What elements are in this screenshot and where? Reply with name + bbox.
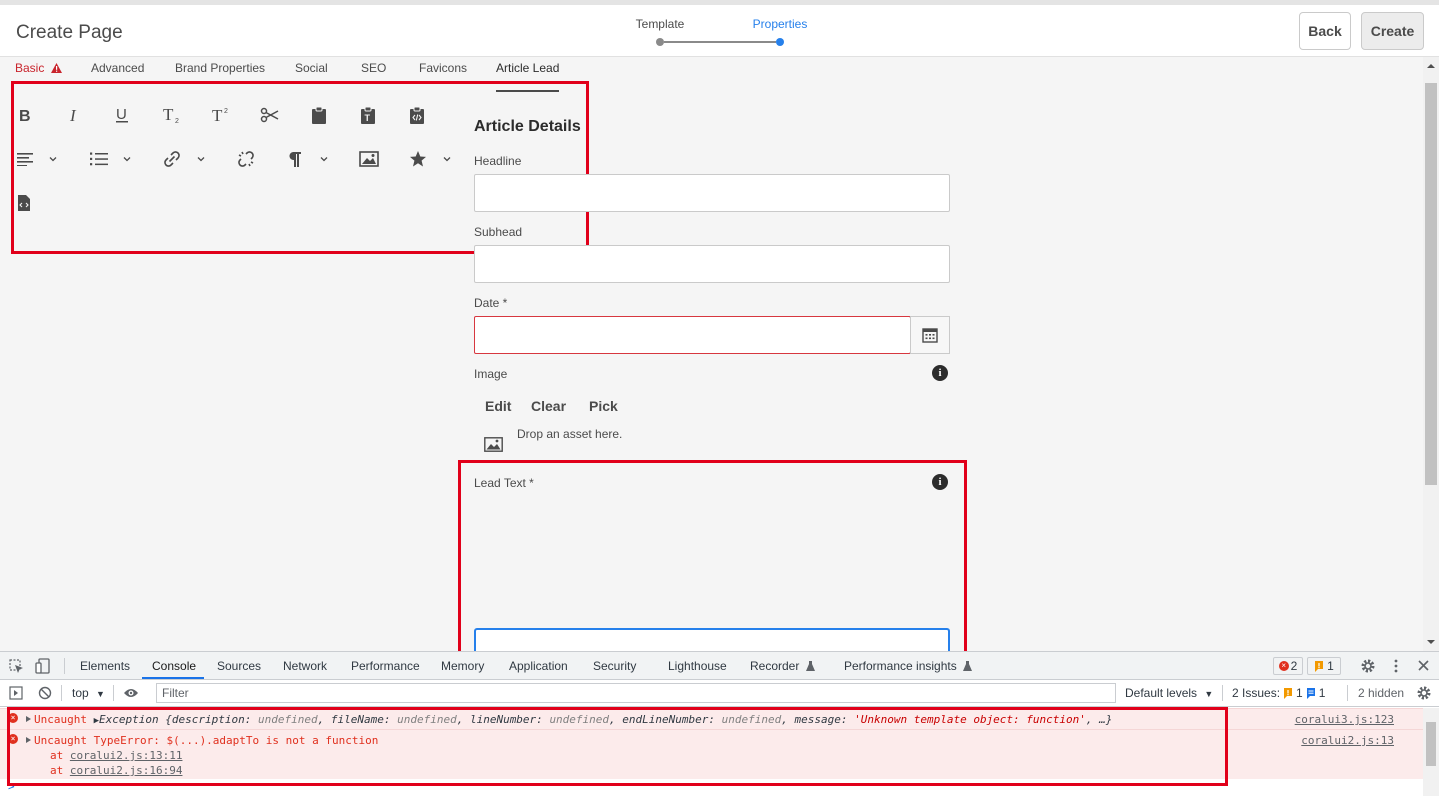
clear-console-icon[interactable] <box>38 686 52 700</box>
image-placeholder-icon <box>484 437 503 452</box>
headline-field[interactable] <box>474 174 950 212</box>
console-settings-icon[interactable] <box>1416 685 1432 701</box>
warning-count: 1 <box>1327 659 1334 673</box>
log-levels-label: Default levels <box>1125 686 1198 700</box>
source-link[interactable]: coralui3.js:123 <box>1295 713 1394 726</box>
wizard-dot-properties <box>776 38 784 46</box>
dropdown-arrow-icon: ▼ <box>1204 689 1214 699</box>
app-window: Create Page Template Properties Back Cre… <box>0 0 1439 796</box>
tab-advanced[interactable]: Advanced <box>91 61 144 75</box>
error-count: 2 <box>1290 659 1298 673</box>
section-title: Article Details <box>474 118 581 135</box>
devtools-tab-application[interactable]: Application <box>509 659 568 673</box>
tab-brand-properties[interactable]: Brand Properties <box>175 61 265 75</box>
calendar-button[interactable] <box>910 316 950 354</box>
error-counter-badge[interactable]: × 2 <box>1273 657 1303 675</box>
image-edit-button[interactable]: Edit <box>485 398 511 414</box>
tab-social[interactable]: Social <box>295 61 328 75</box>
console-filter-input[interactable]: Filter <box>156 683 1116 703</box>
devtools-tab-recorder[interactable]: Recorder <box>750 659 815 673</box>
devtools-tab-console[interactable]: Console <box>152 659 196 673</box>
wizard-dot-template <box>656 38 664 46</box>
log-levels-dropdown[interactable]: Default levels ▼ <box>1125 686 1213 700</box>
back-button[interactable]: Back <box>1299 12 1351 50</box>
image-pick-button[interactable]: Pick <box>589 398 618 414</box>
flask-icon <box>805 661 815 671</box>
recorder-label: Recorder <box>750 659 800 673</box>
date-label: Date * <box>474 296 508 310</box>
devtools-tab-security[interactable]: Security <box>593 659 636 673</box>
wizard-step-template[interactable]: Template <box>620 17 700 31</box>
headline-label: Headline <box>474 154 522 168</box>
subhead-label: Subhead <box>474 225 523 239</box>
sidebar-toggle-icon[interactable] <box>9 686 23 700</box>
scroll-up-icon[interactable] <box>1427 63 1435 69</box>
toolbar-divider <box>113 685 114 701</box>
highlight-box-console-errors <box>7 707 1228 786</box>
wizard-step-properties[interactable]: Properties <box>740 17 820 31</box>
dropdown-arrow-icon: ▼ <box>96 689 105 699</box>
date-field[interactable] <box>474 316 911 354</box>
toolbar-divider <box>64 658 65 674</box>
devtools-tabbar: Elements Console Sources Network Perform… <box>0 652 1439 680</box>
source-link[interactable]: coralui2.js:13 <box>1301 734 1394 747</box>
wizard-progress-line <box>664 41 776 43</box>
devtools-tab-performance[interactable]: Performance <box>351 659 420 673</box>
console-toolbar: top ▼ Filter Default levels ▼ 2 Issues: … <box>0 680 1439 707</box>
page-scrollbar[interactable] <box>1423 57 1439 651</box>
devtools-tab-network[interactable]: Network <box>283 659 327 673</box>
devtools-tab-sources[interactable]: Sources <box>217 659 261 673</box>
toolbar-divider <box>1347 685 1348 701</box>
image-label: Image <box>474 367 508 381</box>
tab-basic[interactable]: Basic <box>15 61 62 75</box>
highlight-box-lead-text <box>458 460 967 654</box>
page-title: Create Page <box>16 22 123 43</box>
performance-insights-label: Performance insights <box>844 659 957 673</box>
image-clear-button[interactable]: Clear <box>531 398 566 414</box>
issues-warn-count: 1 <box>1296 686 1303 700</box>
create-button[interactable]: Create <box>1361 12 1424 50</box>
tab-favicons[interactable]: Favicons <box>419 61 467 75</box>
close-icon[interactable] <box>1418 660 1429 671</box>
subhead-field[interactable] <box>474 245 950 283</box>
eye-icon[interactable] <box>123 687 139 699</box>
inspect-element-icon[interactable] <box>9 659 24 674</box>
tab-basic-label: Basic <box>15 61 45 75</box>
devtools-tab-elements[interactable]: Elements <box>80 659 130 673</box>
page-header: Create Page Template Properties Back Cre… <box>0 0 1439 57</box>
issues-label: 2 Issues: <box>1232 686 1281 700</box>
devtools-active-tab-indicator <box>142 677 204 679</box>
tab-seo[interactable]: SEO <box>361 61 386 75</box>
issues-info-count: 1 <box>1318 686 1326 700</box>
devtools-panel: Elements Console Sources Network Perform… <box>0 651 1439 796</box>
context-selector[interactable]: top ▼ <box>72 686 105 700</box>
calendar-icon <box>922 328 938 343</box>
flask-icon <box>963 661 973 671</box>
error-icon: × <box>1278 661 1289 671</box>
warning-counter-badge[interactable]: 1 <box>1307 657 1341 675</box>
warning-icon <box>1315 660 1324 672</box>
console-scrollbar[interactable] <box>1423 708 1439 796</box>
hidden-count: 2 hidden <box>1358 686 1405 700</box>
scroll-down-icon[interactable] <box>1427 639 1435 645</box>
info-icon[interactable]: i <box>932 365 948 381</box>
toolbar-divider <box>61 685 62 701</box>
scroll-thumb[interactable] <box>1425 83 1437 485</box>
tab-list: Basic Advanced Brand Properties Social S… <box>0 57 1439 92</box>
device-toolbar-icon[interactable] <box>35 658 51 674</box>
devtools-tab-lighthouse[interactable]: Lighthouse <box>668 659 727 673</box>
console-scroll-thumb[interactable] <box>1426 722 1436 766</box>
drop-zone-text[interactable]: Drop an asset here. <box>517 427 622 441</box>
info-message-icon <box>1306 687 1315 699</box>
settings-gear-icon[interactable] <box>1360 658 1376 674</box>
toolbar-divider <box>1222 685 1223 701</box>
tab-article-lead[interactable]: Article Lead <box>496 61 559 75</box>
alert-icon <box>50 63 62 73</box>
context-selector-label: top <box>72 686 89 700</box>
devtools-tab-memory[interactable]: Memory <box>441 659 484 673</box>
devtools-tab-performance-insights[interactable]: Performance insights <box>844 659 973 673</box>
more-options-icon[interactable] <box>1393 658 1399 674</box>
issues-counter[interactable]: 2 Issues: 1 1 <box>1232 686 1325 700</box>
warning-icon <box>1284 687 1293 699</box>
